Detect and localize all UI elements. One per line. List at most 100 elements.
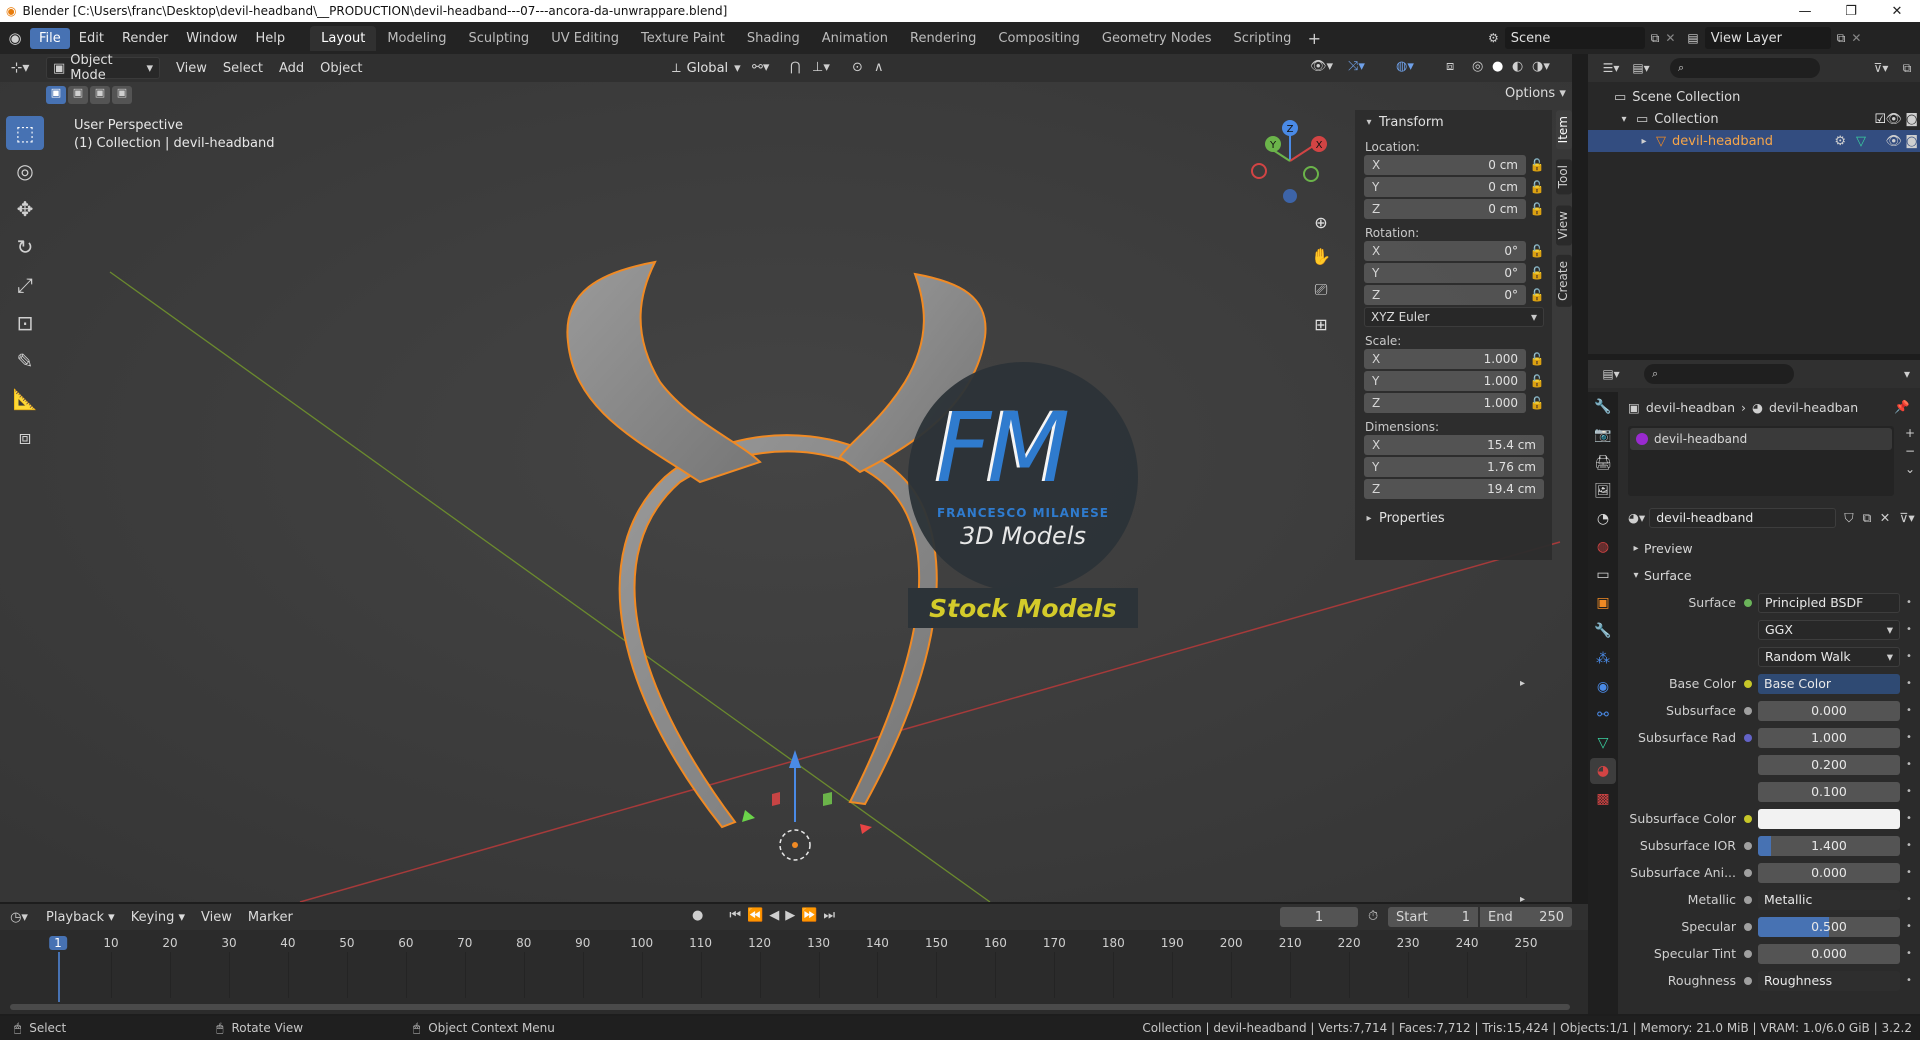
remove-slot-icon[interactable]: − [1905, 444, 1915, 458]
particles-tab-icon[interactable]: ⁂ [1590, 646, 1616, 672]
socket-icon[interactable] [1744, 814, 1752, 823]
tab-uv-editing[interactable]: UV Editing [540, 26, 630, 51]
select-subtract-icon[interactable]: ▣ [90, 86, 110, 104]
viewport-menu-object[interactable]: Object [312, 59, 370, 78]
transform-orientation-dropdown[interactable]: ⟂ Global ▾ [666, 57, 748, 79]
keyframe-dot-icon[interactable]: • [1906, 975, 1920, 986]
play-icon[interactable]: ▶ [785, 908, 795, 923]
outliner-search-input[interactable]: ⌕ [1670, 58, 1820, 78]
socket-icon[interactable] [1744, 733, 1752, 742]
keyframe-dot-icon[interactable]: • [1906, 813, 1920, 824]
keyframe-dot-icon[interactable]: • [1906, 867, 1920, 878]
material-name-field[interactable]: devil-headband [1649, 507, 1836, 528]
timeline-editor-icon[interactable]: ◷▾ [0, 910, 38, 925]
location-y-field[interactable]: Y0 cm [1364, 177, 1526, 197]
socket-icon[interactable] [1744, 598, 1752, 607]
dimension-x-field[interactable]: X 15.4 cm [1364, 435, 1544, 455]
duplicate-material-icon[interactable]: ⧉ [1858, 510, 1876, 526]
location-x-field[interactable]: X0 cm [1364, 155, 1526, 175]
lock-icon[interactable]: 🔓 [1526, 202, 1548, 216]
socket-icon[interactable] [1744, 626, 1752, 634]
surface-row-field[interactable]: 0.000 [1758, 700, 1900, 721]
output-tab-icon[interactable]: 🖨 [1590, 450, 1616, 476]
socket-icon[interactable] [1744, 679, 1752, 688]
scale-y-field[interactable]: Y 1.000 [1364, 371, 1526, 391]
tab-shading[interactable]: Shading [736, 26, 811, 51]
prev-keyframe-icon[interactable]: ⏪ [747, 908, 763, 923]
lock-icon[interactable]: 🔓 [1526, 158, 1548, 172]
keyframe-dot-icon[interactable]: • [1906, 678, 1920, 689]
properties-search-input[interactable]: ⌕ [1644, 364, 1794, 384]
eye-icon[interactable]: 👁 [1885, 134, 1902, 149]
outliner-object-devil-headband[interactable]: ▸ ▽ devil-headband ⚙ ▽ 👁 ◙ [1588, 130, 1920, 152]
outliner-editor-icon[interactable]: ☰▾ [1596, 61, 1626, 75]
timeline-scrollbar[interactable] [10, 1004, 1570, 1010]
rotation-z-field[interactable]: Z 0° [1364, 285, 1526, 305]
chevron-right-icon[interactable]: ▸ [1520, 678, 1525, 689]
zoom-icon[interactable]: ⊕ [1307, 208, 1335, 236]
xray-toggle-icon[interactable]: ⧈ [1446, 59, 1454, 74]
overlay-toggle-icon[interactable]: ◍▾ [1396, 59, 1414, 74]
tool-tab-icon[interactable]: 🔧 [1590, 394, 1616, 420]
rotation-y-field[interactable]: Y 0° [1364, 263, 1526, 283]
jump-end-icon[interactable]: ⏭ [823, 908, 835, 923]
viewport-menu-add[interactable]: Add [271, 59, 312, 78]
chevron-down-icon[interactable]: ⌄ [1905, 462, 1915, 476]
socket-icon[interactable] [1744, 788, 1752, 796]
physics-tab-icon[interactable]: ◉ [1590, 674, 1616, 700]
outliner-scene-collection[interactable]: ▭ Scene Collection [1588, 86, 1920, 108]
timeline-menu-view[interactable]: View [193, 908, 240, 927]
select-box-tool[interactable]: ⬚ [6, 116, 44, 150]
proportional-edit-icon[interactable]: ⊙ [852, 60, 863, 75]
sidebar-tab-tool[interactable]: Tool [1556, 159, 1572, 195]
add-workspace-icon[interactable]: + [1302, 29, 1326, 48]
surface-row-field[interactable]: 0.200 [1758, 754, 1900, 775]
socket-icon[interactable] [1744, 841, 1752, 850]
properties-panel-header[interactable]: ▸ Properties [1355, 506, 1552, 530]
editor-type-icon[interactable]: ⊹▾ [0, 60, 40, 76]
scene-icon[interactable]: ⚙ [1488, 31, 1499, 45]
gizmo-neg-y[interactable] [1303, 166, 1319, 182]
move-gizmo-plane-y[interactable] [823, 792, 832, 806]
surface-panel-header[interactable]: ▾ Surface [1628, 562, 1920, 589]
render-tab-icon[interactable]: 📷 [1590, 422, 1616, 448]
surface-row-field[interactable]: 0.500 [1758, 916, 1900, 937]
end-frame-field[interactable]: End 250 [1480, 907, 1572, 927]
tab-layout[interactable]: Layout [310, 25, 377, 51]
visibility-icon[interactable]: 👁▾ [1310, 59, 1333, 74]
keyframe-dot-icon[interactable]: • [1906, 786, 1920, 797]
move-gizmo-plane-x[interactable] [772, 792, 780, 806]
ortho-grid-icon[interactable]: ⊞ [1307, 310, 1335, 338]
lock-icon[interactable]: 🔓 [1526, 396, 1548, 410]
surface-row-field[interactable]: Metallic [1758, 889, 1900, 910]
modifier-icon[interactable]: ⚙ [1834, 134, 1846, 149]
sidebar-tab-item[interactable]: Item [1556, 110, 1572, 150]
new-view-layer-icon[interactable]: ⧉ [1837, 31, 1846, 46]
next-keyframe-icon[interactable]: ⏩ [801, 908, 817, 923]
display-mode-icon[interactable]: ▤▾ [1626, 61, 1656, 75]
location-z-field[interactable]: Z0 cm [1364, 199, 1526, 219]
annotate-tool[interactable]: ✎ [6, 344, 44, 378]
keyframe-dot-icon[interactable]: • [1906, 894, 1920, 905]
lock-icon[interactable]: 🔓 [1526, 180, 1548, 194]
surface-row-field[interactable] [1758, 808, 1900, 829]
properties-editor-icon[interactable]: ▤▾ [1596, 367, 1626, 381]
camera-icon[interactable]: ◙ [1905, 134, 1918, 149]
keyframe-dot-icon[interactable]: • [1906, 840, 1920, 851]
preview-panel-header[interactable]: ▸ Preview [1628, 535, 1920, 562]
select-intersect-icon[interactable]: ▣ [112, 86, 132, 104]
scene-selector[interactable]: Scene [1504, 27, 1645, 49]
surface-row-field[interactable]: 1.000 [1758, 727, 1900, 748]
snap-target-icon[interactable]: ⊥▾ [812, 60, 830, 75]
current-frame-field[interactable]: 1 [1280, 907, 1358, 927]
sidebar-tab-view[interactable]: View [1556, 204, 1572, 246]
socket-icon[interactable] [1744, 976, 1752, 985]
timeline-menu-playback[interactable]: Playback ▾ [38, 908, 123, 927]
lock-icon[interactable]: 🔓 [1526, 288, 1548, 302]
socket-icon[interactable] [1744, 653, 1752, 661]
view-layer-selector[interactable]: View Layer [1704, 27, 1831, 49]
rotation-x-field[interactable]: X 0° [1364, 241, 1526, 261]
playhead[interactable] [58, 952, 60, 1002]
menu-help[interactable]: Help [247, 28, 295, 49]
lock-icon[interactable]: 🔓 [1526, 266, 1548, 280]
